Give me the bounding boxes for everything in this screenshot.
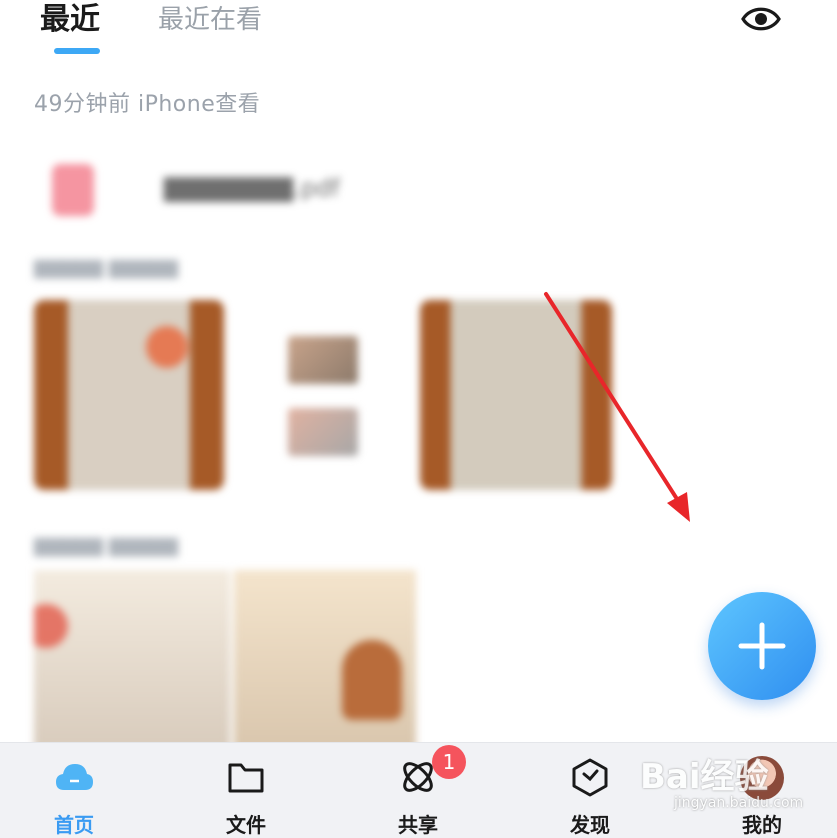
top-tab-bar: 最近 最近在看 bbox=[0, 0, 837, 62]
app-screen: 最近 最近在看 49分钟前 iPhone查看 ▇▇▇▇▇▇▇.pdf ▇▇▇▇▇… bbox=[0, 0, 837, 838]
watermark-logo: Bai经验 bbox=[640, 757, 769, 797]
tab-recently-viewed[interactable]: 最近在看 bbox=[158, 0, 262, 40]
folder-icon bbox=[228, 763, 264, 793]
watermark-url: jingyan.baidu.com bbox=[674, 795, 804, 811]
photo-thumbnail[interactable] bbox=[34, 570, 230, 750]
nav-label-files: 文件 bbox=[226, 813, 266, 837]
photo-thumbnail[interactable] bbox=[34, 300, 224, 490]
nav-files[interactable]: 文件 bbox=[196, 743, 296, 838]
plus-icon bbox=[738, 622, 786, 670]
eye-icon[interactable] bbox=[741, 2, 781, 36]
recent-section-header: 49分钟前 iPhone查看 bbox=[34, 92, 261, 117]
blurred-recent-files: ▇▇▇▇▇▇▇.pdf ▇▇▇▇▇ ▇▇▇▇▇ ▇▇▇▇▇ ▇▇▇▇▇ bbox=[0, 140, 670, 750]
photo-thumbnail[interactable] bbox=[288, 408, 358, 456]
nav-home[interactable]: 首页 bbox=[24, 743, 124, 838]
group-header-redacted: ▇▇▇▇▇ ▇▇▇▇▇ bbox=[34, 536, 179, 557]
file-row[interactable]: ▇▇▇▇▇▇▇.pdf bbox=[30, 150, 630, 220]
tab-recent[interactable]: 最近 bbox=[40, 0, 100, 40]
baidu-jingyan-watermark: Bai经验 jingyan.baidu.com bbox=[640, 745, 804, 825]
active-tab-indicator bbox=[54, 48, 100, 54]
nav-discover[interactable]: 发现 bbox=[540, 743, 640, 838]
nav-label-home: 首页 bbox=[54, 813, 94, 837]
pdf-file-icon bbox=[52, 164, 94, 216]
photo-thumbnail[interactable] bbox=[288, 336, 358, 384]
compass-box-icon bbox=[572, 758, 608, 797]
file-name-redacted: ▇▇▇▇▇▇▇.pdf bbox=[164, 174, 340, 202]
group-header-redacted: ▇▇▇▇▇ ▇▇▇▇▇ bbox=[34, 258, 179, 279]
photo-thumbnail[interactable] bbox=[420, 300, 612, 490]
nav-label-discover: 发现 bbox=[570, 813, 610, 837]
cloud-icon bbox=[56, 764, 93, 790]
add-button[interactable] bbox=[708, 592, 816, 700]
photo-thumbnail[interactable] bbox=[234, 570, 416, 750]
nav-label-share: 共享 bbox=[398, 813, 438, 837]
share-notification-badge: 1 bbox=[432, 745, 466, 779]
